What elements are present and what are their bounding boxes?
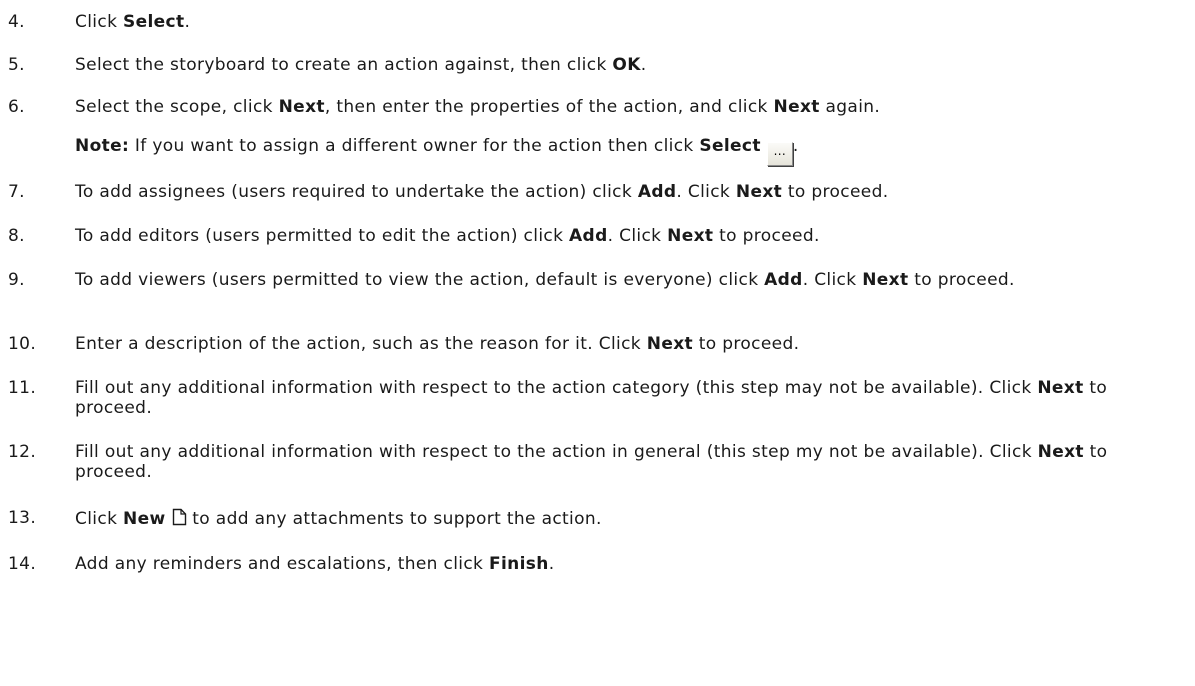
step-number: 11.: [8, 378, 37, 398]
step-text: Click Select.: [75, 12, 191, 32]
step-number: 13.: [8, 508, 37, 528]
step-text: Add any reminders and escalations, then …: [75, 554, 555, 574]
note-text: Note: If you want to assign a different …: [75, 136, 1185, 166]
step-text: To add assignees (users required to unde…: [75, 182, 889, 202]
step-number: 9.: [8, 270, 25, 290]
step-text: Select the scope, click Next, then enter…: [75, 97, 881, 117]
step-text: Fill out any additional information with…: [75, 442, 1108, 482]
step-text: Enter a description of the action, such …: [75, 334, 800, 354]
step-number: 4.: [8, 12, 25, 32]
step-text: To add editors (users permitted to edit …: [75, 226, 820, 246]
step-text: To add viewers (users permitted to view …: [75, 270, 1015, 290]
step-text: Select the storyboard to create an actio…: [75, 55, 647, 75]
step-number: 14.: [8, 554, 37, 574]
note-label: Note:: [75, 136, 130, 156]
new-document-icon: [172, 508, 186, 526]
step-number: 10.: [8, 334, 37, 354]
step-number: 8.: [8, 226, 25, 246]
step-number: 7.: [8, 182, 25, 202]
step-number: 5.: [8, 55, 25, 75]
step-text: Click New to add any attachments to supp…: [75, 508, 602, 529]
step-text: Fill out any additional information with…: [75, 378, 1108, 418]
ellipsis-button-icon[interactable]: ...: [766, 142, 793, 166]
step-number: 6.: [8, 97, 25, 117]
step-number: 12.: [8, 442, 37, 462]
